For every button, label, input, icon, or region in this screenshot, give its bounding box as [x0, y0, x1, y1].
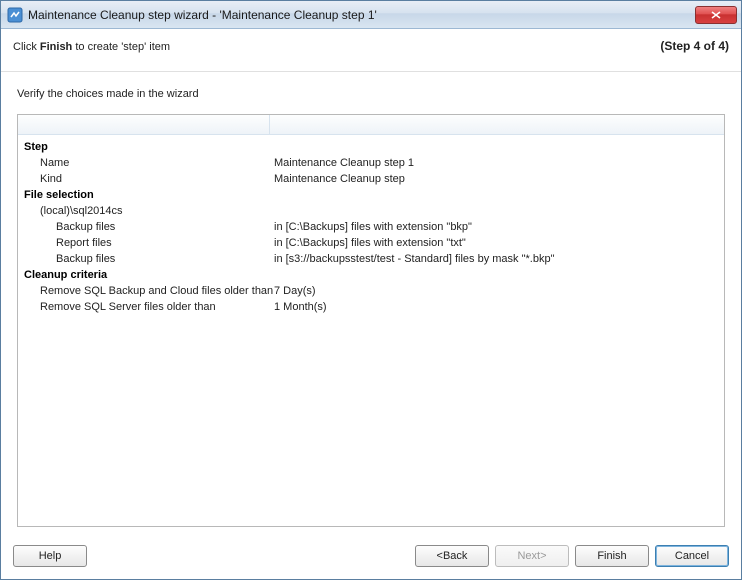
- back-button[interactable]: <Back: [415, 545, 489, 567]
- header-text-suffix: to create 'step' item: [72, 41, 170, 53]
- summary-label: Report files: [18, 235, 274, 251]
- summary-value: 1 Month(s): [274, 299, 724, 315]
- summary-row: Report filesin [C:\Backups] files with e…: [18, 235, 724, 251]
- summary-value: Maintenance Cleanup step: [274, 171, 724, 187]
- window-title: Maintenance Cleanup step wizard - 'Maint…: [28, 8, 695, 22]
- section-title: Cleanup criteria: [18, 267, 724, 283]
- step-indicator: (Step 4 of 4): [660, 39, 729, 53]
- summary-value: in [C:\Backups] files with extension "tx…: [274, 235, 724, 251]
- wizard-footer: Help <Back Next> Finish Cancel: [1, 535, 741, 579]
- section-title: Step: [18, 139, 724, 155]
- help-button[interactable]: Help: [13, 545, 87, 567]
- summary-column-header: [18, 115, 724, 135]
- header-text-prefix: Click: [13, 41, 40, 53]
- wizard-body: Verify the choices made in the wizard St…: [1, 72, 741, 535]
- app-icon: [7, 7, 23, 23]
- summary-label: (local)\sql2014cs: [18, 203, 274, 219]
- next-button: Next>: [495, 545, 569, 567]
- summary-label: Remove SQL Backup and Cloud files older …: [18, 283, 274, 299]
- section-title: File selection: [18, 187, 724, 203]
- titlebar: Maintenance Cleanup step wizard - 'Maint…: [1, 1, 741, 29]
- summary-label: Kind: [18, 171, 274, 187]
- summary-value: in [s3://backupsstest/test - Standard] f…: [274, 251, 724, 267]
- close-icon: [711, 11, 721, 19]
- summary-panel: StepNameMaintenance Cleanup step 1KindMa…: [17, 114, 725, 527]
- summary-value: in [C:\Backups] files with extension "bk…: [274, 219, 724, 235]
- summary-row: KindMaintenance Cleanup step: [18, 171, 724, 187]
- close-button[interactable]: [695, 6, 737, 24]
- summary-row: Remove SQL Server files older than1 Mont…: [18, 299, 724, 315]
- summary-label: Backup files: [18, 251, 274, 267]
- summary-value: [274, 203, 724, 219]
- summary-row: (local)\sql2014cs: [18, 203, 724, 219]
- header-text-bold: Finish: [40, 41, 72, 53]
- summary-row: Remove SQL Backup and Cloud files older …: [18, 283, 724, 299]
- summary-col2-header: [270, 115, 724, 134]
- summary-row: Backup filesin [s3://backupsstest/test -…: [18, 251, 724, 267]
- summary-content: StepNameMaintenance Cleanup step 1KindMa…: [18, 135, 724, 315]
- summary-col1-header: [18, 115, 270, 134]
- summary-label: Remove SQL Server files older than: [18, 299, 274, 315]
- summary-value: Maintenance Cleanup step 1: [274, 155, 724, 171]
- header-instruction: Click Finish to create 'step' item: [13, 41, 170, 53]
- cancel-button[interactable]: Cancel: [655, 545, 729, 567]
- summary-row: Backup filesin [C:\Backups] files with e…: [18, 219, 724, 235]
- verify-instruction: Verify the choices made in the wizard: [17, 88, 725, 100]
- summary-label: Backup files: [18, 219, 274, 235]
- summary-value: 7 Day(s): [274, 283, 724, 299]
- wizard-window: Maintenance Cleanup step wizard - 'Maint…: [0, 0, 742, 580]
- summary-row: NameMaintenance Cleanup step 1: [18, 155, 724, 171]
- wizard-header: Click Finish to create 'step' item (Step…: [1, 29, 741, 72]
- summary-label: Name: [18, 155, 274, 171]
- finish-button[interactable]: Finish: [575, 545, 649, 567]
